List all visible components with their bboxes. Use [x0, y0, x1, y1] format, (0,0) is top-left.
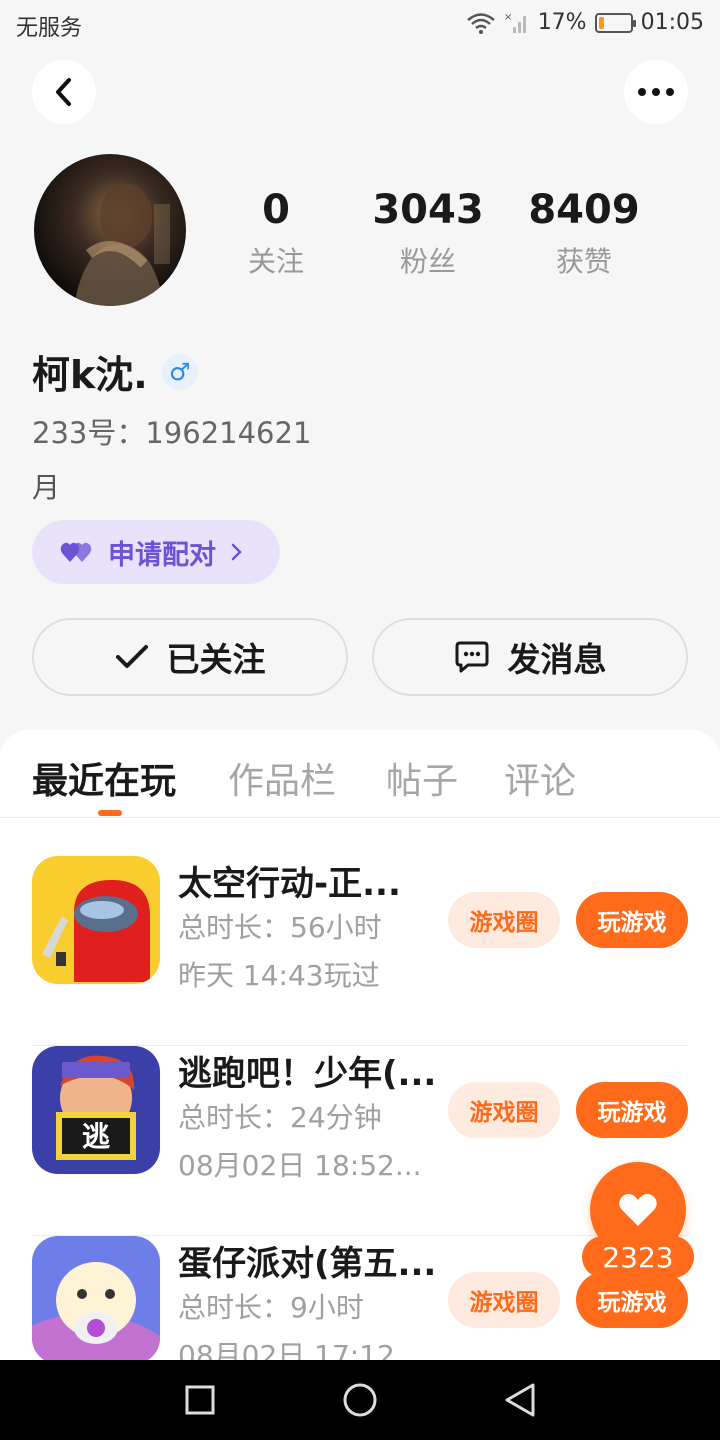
play-game-button[interactable]: 玩游戏 — [576, 1272, 688, 1328]
game-circle-button[interactable]: 游戏圈 — [448, 1082, 560, 1138]
tab-works[interactable]: 作品栏 — [228, 752, 336, 804]
send-message-button[interactable]: 发消息 — [372, 618, 688, 696]
game-last-played: 昨天 14:43玩过 — [178, 959, 380, 992]
user-id: 233号：196214621 — [32, 416, 312, 450]
chat-bubble-icon — [455, 641, 488, 673]
game-playtime: 总时长：9小时 — [178, 1291, 364, 1324]
circle-icon — [343, 1383, 377, 1417]
game-name: 太空行动-正... — [178, 864, 401, 904]
tab-indicator — [98, 810, 122, 816]
stat-likes[interactable]: 8409 获赞 — [514, 188, 654, 280]
clock: 01:05 — [640, 10, 704, 35]
wifi-icon — [466, 12, 495, 34]
svg-text:×: × — [504, 12, 512, 23]
stat-label: 关注 — [247, 245, 304, 278]
battery-icon — [594, 12, 636, 33]
stat-value: 3043 — [372, 187, 484, 233]
system-nav-bar — [0, 1360, 720, 1440]
signal-icon: × — [504, 12, 526, 33]
avatar[interactable] — [34, 154, 186, 306]
back-button[interactable] — [32, 60, 96, 124]
double-heart-icon — [60, 542, 92, 562]
like-count: 2323 — [582, 1236, 694, 1278]
chevron-right-icon — [231, 543, 242, 561]
status-bar: 无服务 × 17% 01:05 — [0, 0, 720, 50]
stat-label: 粉丝 — [399, 245, 456, 278]
triangle-back-icon — [505, 1383, 535, 1417]
pair-label: 申请配对 — [108, 539, 216, 571]
home-button[interactable] — [340, 1380, 380, 1420]
game-icon-run-boy: 逃 — [32, 1046, 160, 1174]
recent-apps-button[interactable] — [180, 1380, 220, 1420]
game-last-played: 08月02日 18:52... — [178, 1149, 422, 1182]
tab-comments[interactable]: 评论 — [504, 752, 576, 804]
play-game-button[interactable]: 玩游戏 — [576, 892, 688, 948]
pair-request-button[interactable]: 申请配对 — [32, 520, 280, 584]
stat-followers[interactable]: 3043 粉丝 — [358, 188, 498, 280]
game-name: 蛋仔派对(第五... — [178, 1244, 437, 1284]
followed-button[interactable]: 已关注 — [32, 618, 348, 696]
stat-value: 8409 — [528, 187, 640, 233]
game-name: 逃跑吧！少年(... — [178, 1054, 437, 1094]
follow-label: 已关注 — [166, 640, 266, 679]
stat-value: 0 — [262, 187, 290, 233]
chevron-left-icon — [56, 78, 71, 106]
bio: 月 — [32, 471, 61, 504]
game-playtime: 总时长：24分钟 — [178, 1101, 382, 1134]
stat-label: 获赞 — [555, 245, 612, 278]
square-icon — [185, 1385, 215, 1415]
tab-bar: 最近在玩 作品栏 帖子 评论 — [0, 730, 720, 818]
game-icon-eggy-party — [32, 1236, 160, 1360]
heart-icon — [619, 1194, 657, 1226]
check-icon — [115, 645, 148, 668]
tab-recent-played[interactable]: 最近在玩 — [32, 752, 176, 804]
more-dots-icon — [638, 88, 674, 96]
back-nav-button[interactable] — [500, 1380, 540, 1420]
battery-percent: 17% — [537, 10, 587, 35]
username: 柯k沈. — [32, 353, 148, 397]
battery-fill — [598, 16, 604, 29]
carrier-label: 无服务 — [16, 16, 83, 41]
game-item[interactable]: 太空行动-正... 总时长：56小时 昨天 14:43玩过 游戏圈 玩游戏 — [32, 856, 688, 1046]
play-game-button[interactable]: 玩游戏 — [576, 1082, 688, 1138]
game-icon-space-action — [32, 856, 160, 984]
more-button[interactable] — [624, 60, 688, 124]
male-gender-icon: ♂ — [161, 353, 198, 390]
game-last-played: 08月02日 17:12... — [178, 1339, 422, 1360]
message-label: 发消息 — [507, 640, 607, 679]
avatar-photo — [74, 184, 170, 306]
stat-following[interactable]: 0 关注 — [206, 188, 346, 280]
tab-posts[interactable]: 帖子 — [386, 752, 458, 804]
username-row: 柯k沈. ♂ — [32, 344, 198, 399]
game-circle-button[interactable]: 游戏圈 — [448, 1272, 560, 1328]
game-playtime: 总时长：56小时 — [178, 911, 382, 944]
game-circle-button[interactable]: 游戏圈 — [448, 892, 560, 948]
svg-text:逃: 逃 — [82, 1120, 110, 1153]
